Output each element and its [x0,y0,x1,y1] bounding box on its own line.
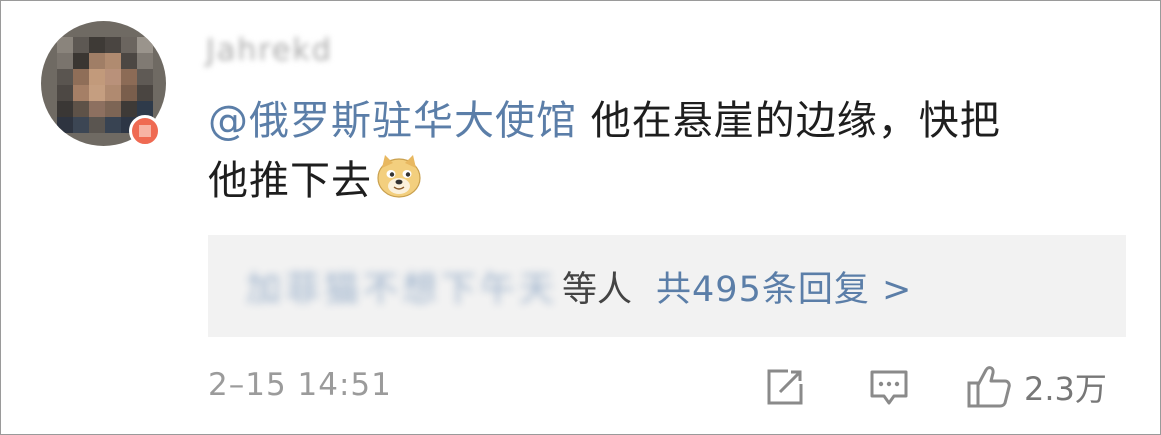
reply-count-link[interactable]: 共495条回复 > [656,261,912,312]
like-count: 2.3万 [1024,370,1107,408]
share-icon [767,369,803,405]
reply-button[interactable] [868,363,912,411]
like-button[interactable]: 2.3万 [966,363,1126,411]
comment-icon [870,370,908,405]
comment-text: @俄罗斯驻华大使馆 他在悬崖的边缘，快把 他推下去 [208,91,1128,211]
thumbs-up-icon [967,366,1011,408]
timestamp: 2–15 14:51 [208,367,392,403]
share-button[interactable] [764,363,810,411]
comment-body-line2: 他推下去 [208,158,372,204]
comment-card: Jahrekd @俄罗斯驻华大使馆 他在悬崖的边缘，快把 他推下去 加菲猫不想下… [0,0,1161,435]
comment-footer: 2–15 14:51 2.3万 [208,363,1128,413]
reply-suffix: 等人 [562,269,633,310]
doge-emoji-icon [377,155,421,198]
reply-summary[interactable]: 加菲猫不想下午天 等人 共495条回复 > [208,235,1126,337]
mention-link[interactable]: @俄罗斯驻华大使馆 [208,98,577,144]
username[interactable]: Jahrekd [206,31,364,69]
comment-body-line1: 他在悬崖的边缘，快把 [577,98,1001,144]
reply-usernames: 加菲猫不想下午天 [246,269,559,310]
verified-badge-icon [129,115,161,147]
